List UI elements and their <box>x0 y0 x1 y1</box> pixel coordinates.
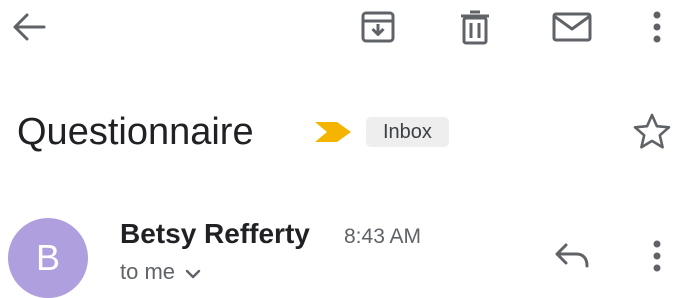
avatar[interactable]: B <box>8 218 88 298</box>
more-options-button[interactable] <box>637 7 673 47</box>
sender-row: B Betsy Refferty 8:43 AM to me <box>0 214 673 298</box>
subject-row: Questionnaire Inbox <box>0 108 673 156</box>
reply-icon <box>555 243 589 268</box>
star-icon[interactable] <box>632 112 672 155</box>
top-toolbar <box>0 0 673 56</box>
mail-icon <box>552 12 592 42</box>
back-arrow-icon <box>13 13 46 41</box>
inbox-label-chip[interactable]: Inbox <box>366 117 449 147</box>
sender-more-options-button[interactable] <box>637 236 673 276</box>
back-button[interactable] <box>9 7 49 47</box>
more-vert-icon <box>653 240 661 272</box>
email-time: 8:43 AM <box>344 225 422 248</box>
trash-icon <box>461 10 489 45</box>
archive-button[interactable] <box>358 7 398 47</box>
mark-unread-button[interactable] <box>552 7 592 47</box>
delete-button[interactable] <box>455 7 495 47</box>
email-subject: Questionnaire <box>17 111 254 153</box>
recipient-text: to me <box>120 259 176 284</box>
reply-button[interactable] <box>552 236 592 276</box>
archive-icon <box>361 11 395 43</box>
importance-marker-icon[interactable] <box>313 120 353 149</box>
sender-name: Betsy Refferty <box>120 218 310 249</box>
chevron-down-icon <box>185 258 201 286</box>
recipient-details-toggle[interactable]: to me <box>120 258 201 286</box>
more-vert-icon <box>653 11 661 43</box>
